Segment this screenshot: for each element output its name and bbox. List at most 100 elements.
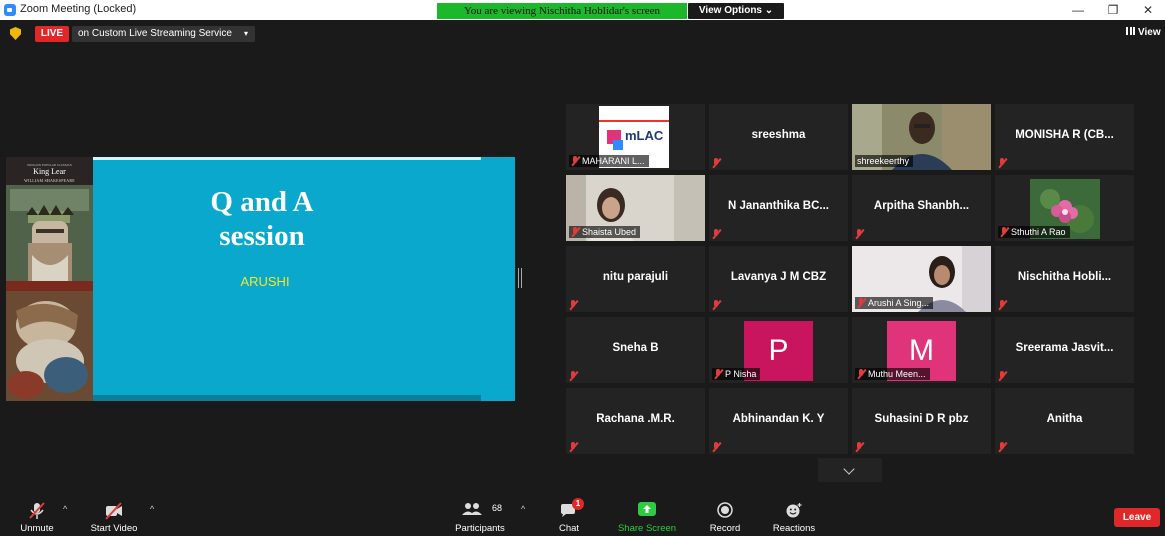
unmute-button[interactable]: Unmute [10, 494, 64, 536]
microphone-muted-icon [571, 156, 579, 166]
participant-tile[interactable]: sreeshma [709, 104, 848, 170]
microphone-muted-icon [855, 439, 866, 451]
participant-tile[interactable]: Suhasini D R pbz [852, 388, 991, 454]
view-options-button[interactable]: View Options ⌄ [688, 3, 784, 19]
window-titlebar: Zoom Meeting (Locked) You are viewing Ni… [0, 0, 1165, 20]
window-title: Zoom Meeting (Locked) [20, 3, 137, 15]
microphone-muted-icon [857, 369, 865, 379]
participant-display-name: nitu parajuli [602, 271, 669, 283]
microphone-muted-icon [998, 368, 1009, 380]
participant-display-name: Suhasini D R pbz [874, 413, 969, 425]
microphone-muted-icon [998, 297, 1009, 309]
live-stream-dropdown[interactable]: on Custom Live Streaming Service ▾ [72, 26, 255, 42]
participant-name-tag: shreekeerthy [855, 155, 914, 167]
slide-presenter-name: ARUSHI [240, 274, 290, 289]
microphone-muted-icon [998, 155, 1009, 167]
participant-tile[interactable]: Arpitha Shanbh... [852, 175, 991, 241]
start-video-button[interactable]: Start Video [88, 494, 140, 536]
participant-display-name: Arpitha Shanbh... [873, 200, 970, 212]
reactions-icon [786, 503, 802, 518]
participant-name-tag: P Nisha [712, 368, 761, 380]
participants-button[interactable]: 68 Participants [450, 494, 510, 536]
book-cover-illustration [6, 185, 93, 401]
live-badge: LIVE [35, 26, 69, 42]
participant-tile[interactable]: Shaista Ubed [566, 175, 705, 241]
gallery-view-button[interactable]: View [1126, 27, 1161, 38]
participant-display-name: N Jananthika BC... [728, 200, 829, 212]
start-video-label: Start Video [90, 523, 138, 534]
book-author: WILLIAM SHAKESPEARE [24, 178, 75, 183]
participant-tile[interactable]: N Jananthika BC... [709, 175, 848, 241]
security-shield-icon[interactable] [10, 27, 21, 40]
participant-tile[interactable]: Nischitha Hobli... [995, 246, 1134, 312]
participant-name: shreekeerthy [857, 156, 910, 166]
unmute-label: Unmute [20, 523, 54, 534]
participant-name: Shaista Ubed [582, 227, 637, 237]
leave-button[interactable]: Leave [1114, 508, 1160, 527]
reactions-button[interactable]: Reactions [768, 494, 820, 536]
book-title: King Lear [33, 167, 66, 176]
participant-tile[interactable]: Abhinandan K. Y [709, 388, 848, 454]
share-screen-button[interactable]: Share Screen [614, 494, 680, 536]
participant-name-tag: Shaista Ubed [569, 226, 641, 238]
microphone-muted-icon [857, 298, 865, 308]
minimize-icon[interactable]: — [1070, 2, 1086, 18]
participant-tile[interactable]: nitu parajuli [566, 246, 705, 312]
participant-tile[interactable]: Arushi A Sing... [852, 246, 991, 312]
record-button[interactable]: Record [705, 494, 745, 536]
participant-name-tag: Sthuthi A Rao [998, 226, 1070, 238]
stream-label: on Custom Live Streaming Service [78, 28, 232, 39]
close-icon[interactable]: ✕ [1140, 2, 1156, 18]
panel-splitter-handle[interactable] [518, 268, 522, 288]
gallery-next-page-button[interactable] [818, 458, 882, 482]
camera-off-icon [105, 502, 122, 520]
zoom-app-icon [4, 4, 16, 16]
participant-name-tag: Arushi A Sing... [855, 297, 934, 309]
chat-button[interactable]: 1 Chat [554, 494, 584, 536]
chevron-down-icon: ▾ [243, 29, 248, 38]
participant-tile[interactable]: shreekeerthy [852, 104, 991, 170]
participant-tile[interactable]: Rachana .M.R. [566, 388, 705, 454]
maximize-icon[interactable]: ❐ [1105, 2, 1121, 18]
microphone-muted-icon [998, 439, 1009, 451]
participant-name-tag: MAHARANI L... [569, 155, 649, 167]
slide-title-line1: Q and A [210, 186, 314, 218]
microphone-muted-icon [571, 227, 579, 237]
participant-name: P Nisha [725, 369, 757, 379]
participant-tile[interactable]: Sneha B [566, 317, 705, 383]
video-options-caret[interactable]: ^ [150, 504, 154, 514]
audio-options-caret[interactable]: ^ [63, 504, 67, 514]
participant-display-name: MONISHA R (CB... [1015, 129, 1114, 141]
microphone-muted-icon [569, 297, 580, 309]
book-cover-image: PENGUIN POPULAR CLASSICS King Lear WILLI… [6, 157, 93, 401]
microphone-muted-icon [712, 226, 723, 238]
participant-tile[interactable]: M Muthu Meen... [852, 317, 991, 383]
participant-display-name: Nischitha Hobli... [1017, 271, 1112, 283]
record-icon [717, 502, 733, 518]
participants-count: 68 [492, 503, 503, 513]
participants-options-caret[interactable]: ^ [521, 504, 525, 514]
participant-tile[interactable]: MONISHA R (CB... [995, 104, 1134, 170]
microphone-muted-icon [714, 369, 722, 379]
microphone-muted-icon [569, 368, 580, 380]
participant-tile[interactable]: Sthuthi A Rao [995, 175, 1134, 241]
record-label: Record [709, 523, 741, 534]
viewing-screen-banner: You are viewing Nischitha Hoblidar's scr… [437, 3, 687, 19]
participant-tile[interactable]: PP Nisha [709, 317, 848, 383]
participant-name: MAHARANI L... [582, 156, 645, 166]
share-screen-label: Share Screen [617, 523, 677, 534]
microphone-muted-icon [29, 502, 45, 519]
microphone-muted-icon [712, 439, 723, 451]
chat-label: Chat [558, 523, 580, 534]
slide-title-line2: session [219, 220, 305, 252]
chevron-down-icon [843, 463, 855, 475]
participants-icon [462, 503, 482, 515]
participant-name: Sthuthi A Rao [1011, 227, 1066, 237]
participant-tile[interactable]: mLAC MAHARANI L... [566, 104, 705, 170]
participant-tile[interactable]: Lavanya J M CBZ [709, 246, 848, 312]
slide-bottom-rule [93, 395, 481, 401]
reactions-label: Reactions [772, 523, 816, 534]
shared-screen: PENGUIN POPULAR CLASSICS King Lear WILLI… [6, 157, 515, 401]
participant-tile[interactable]: Anitha [995, 388, 1134, 454]
participant-tile[interactable]: Sreerama Jasvit... [995, 317, 1134, 383]
